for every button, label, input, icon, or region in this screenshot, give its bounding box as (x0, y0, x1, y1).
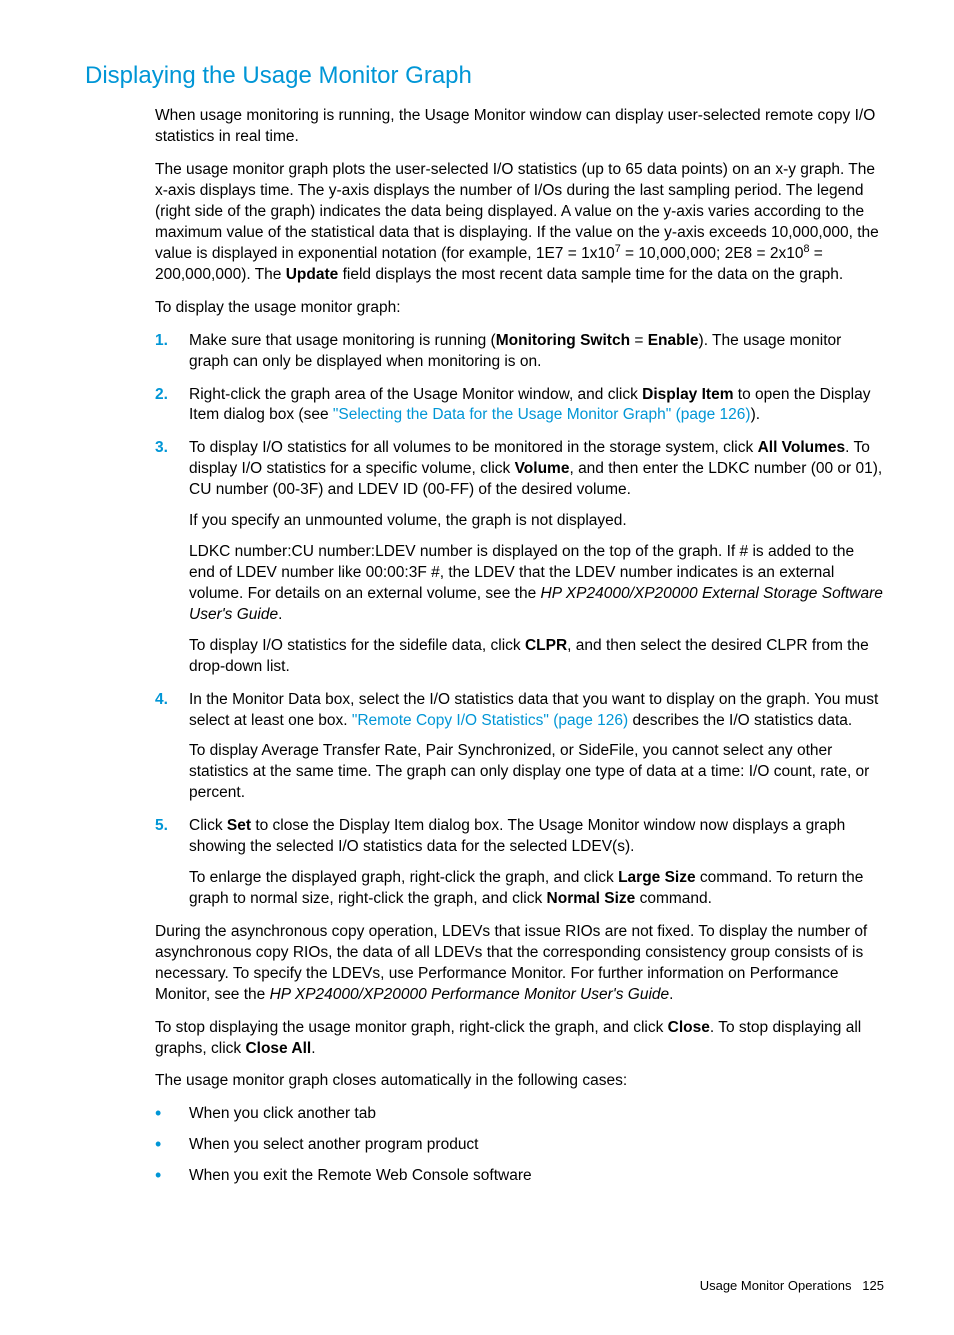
cross-reference-link[interactable]: "Selecting the Data for the Usage Monito… (333, 406, 751, 423)
closing-paragraph-3: The usage monitor graph closes automatic… (155, 1071, 884, 1092)
cross-reference-link[interactable]: "Remote Copy I/O Statistics" (page 126) (352, 712, 628, 729)
step-number: 5. (155, 816, 189, 910)
step-number: 4. (155, 690, 189, 805)
bullet-icon: • (155, 1135, 189, 1156)
bullet-icon: • (155, 1104, 189, 1125)
page-footer: Usage Monitor Operations 125 (85, 1277, 884, 1295)
procedure-step: 5.Click Set to close the Display Item di… (155, 816, 884, 910)
procedure-step: 1.Make sure that usage monitoring is run… (155, 331, 884, 373)
section-body: When usage monitoring is running, the Us… (155, 106, 884, 1187)
step-number: 3. (155, 438, 189, 677)
closing-bullet-list: •When you click another tab •When you sel… (155, 1104, 884, 1187)
step-number: 1. (155, 331, 189, 373)
step-number: 2. (155, 385, 189, 427)
closing-paragraph-2: To stop displaying the usage monitor gra… (155, 1018, 884, 1060)
intro-paragraph-1: When usage monitoring is running, the Us… (155, 106, 884, 148)
list-item: •When you select another program product (155, 1135, 884, 1156)
closing-paragraph-1: During the asynchronous copy operation, … (155, 922, 884, 1006)
list-item: •When you click another tab (155, 1104, 884, 1125)
procedure-step: 3.To display I/O statistics for all volu… (155, 438, 884, 677)
procedure-list: 1.Make sure that usage monitoring is run… (155, 331, 884, 910)
procedure-step: 2.Right-click the graph area of the Usag… (155, 385, 884, 427)
bullet-icon: • (155, 1166, 189, 1187)
intro-paragraph-2: The usage monitor graph plots the user-s… (155, 160, 884, 286)
section-heading: Displaying the Usage Monitor Graph (85, 60, 884, 92)
list-item: •When you exit the Remote Web Console so… (155, 1166, 884, 1187)
intro-paragraph-3: To display the usage monitor graph: (155, 298, 884, 319)
procedure-step: 4.In the Monitor Data box, select the I/… (155, 690, 884, 805)
